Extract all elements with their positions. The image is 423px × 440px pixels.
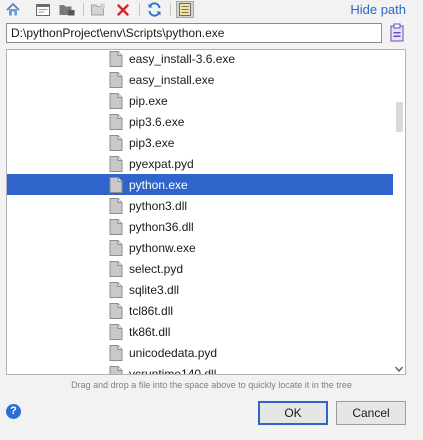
scrollbar-thumb[interactable] [396, 102, 403, 132]
tree-row[interactable]: pythonw.exe [7, 237, 393, 258]
project-folder-icon[interactable] [58, 1, 76, 18]
tree-row-label: pyexpat.pyd [129, 156, 194, 171]
file-icon [109, 239, 123, 256]
file-icon [109, 344, 123, 361]
tree-row[interactable]: sqlite3.dll [7, 279, 393, 300]
file-icon [109, 134, 123, 151]
file-icon [109, 302, 123, 319]
vertical-scrollbar[interactable] [393, 50, 405, 374]
tree-row-label: python36.dll [129, 219, 194, 234]
tree-row[interactable]: python.exe [7, 174, 393, 195]
tree-row-label: tk86t.dll [129, 324, 171, 339]
drag-drop-hint: Drag and drop a file into the space abov… [71, 380, 352, 390]
file-icon [109, 323, 123, 340]
help-icon[interactable]: ? [6, 404, 21, 419]
tree-row[interactable]: pyexpat.pyd [7, 153, 393, 174]
tree-row-label: pip3.exe [129, 135, 175, 150]
tree-row[interactable]: pip3.6.exe [7, 111, 393, 132]
path-input[interactable]: D:\pythonProject\env\Scripts\python.exe [6, 23, 382, 43]
file-icon [109, 155, 123, 172]
toolbar-separator [83, 3, 84, 16]
tree-row[interactable]: unicodedata.pyd [7, 342, 393, 363]
tree-row-label: easy_install.exe [129, 72, 215, 87]
tree-row-label: python3.dll [129, 198, 188, 213]
tree-row[interactable]: pip.exe [7, 90, 393, 111]
home-icon[interactable] [4, 1, 22, 18]
tree-row[interactable]: select.pyd [7, 258, 393, 279]
tree-row[interactable]: easy_install.exe [7, 69, 393, 90]
file-icon [109, 50, 123, 67]
new-folder-icon[interactable] [89, 1, 107, 18]
tree-row[interactable]: easy_install-3.6.exe [7, 50, 393, 69]
desktop-icon[interactable] [34, 1, 52, 18]
tree-row-label: tcl86t.dll [129, 303, 174, 318]
ok-button[interactable]: OK [258, 401, 328, 425]
tree-row-label: vcruntime140.dll [129, 366, 217, 375]
tree-row[interactable]: tcl86t.dll [7, 300, 393, 321]
toolbar: Hide path [0, 0, 423, 20]
tree-row[interactable]: python36.dll [7, 216, 393, 237]
tree-row[interactable]: vcruntime140.dll [7, 363, 393, 375]
file-icon [109, 113, 123, 130]
file-icon [109, 218, 123, 235]
file-icon [109, 92, 123, 109]
tree-row-label: pythonw.exe [129, 240, 196, 255]
tree-row[interactable]: tk86t.dll [7, 321, 393, 342]
file-icon [109, 71, 123, 88]
toolbar-separator [170, 3, 171, 16]
file-icon [109, 197, 123, 214]
tree-row-label: pip.exe [129, 93, 168, 108]
tree-row-label: pip3.6.exe [129, 114, 185, 129]
tree-row-label: python.exe [129, 177, 188, 192]
library-icon[interactable] [388, 23, 406, 43]
scroll-down-arrow-icon[interactable] [394, 364, 404, 374]
file-icon [109, 176, 123, 193]
tree-row-label: unicodedata.pyd [129, 345, 218, 360]
cancel-button[interactable]: Cancel [336, 401, 406, 425]
delete-icon[interactable] [114, 1, 132, 18]
file-tree[interactable]: easy_install-3.6.exe easy_install.exe pip.… [6, 49, 406, 375]
tree-row[interactable]: python3.dll [7, 195, 393, 216]
tree-row-label: select.pyd [129, 261, 184, 276]
tree-row-label: sqlite3.dll [129, 282, 180, 297]
toolbar-separator [139, 3, 140, 16]
tree-row[interactable]: pip3.exe [7, 132, 393, 153]
refresh-icon[interactable] [145, 1, 163, 18]
hide-path-link[interactable]: Hide path [350, 2, 406, 17]
tree-row-label: easy_install-3.6.exe [129, 51, 236, 66]
file-icon [109, 260, 123, 277]
file-icon [109, 281, 123, 298]
file-icon [109, 365, 123, 374]
show-hidden-files-icon[interactable] [176, 1, 194, 18]
